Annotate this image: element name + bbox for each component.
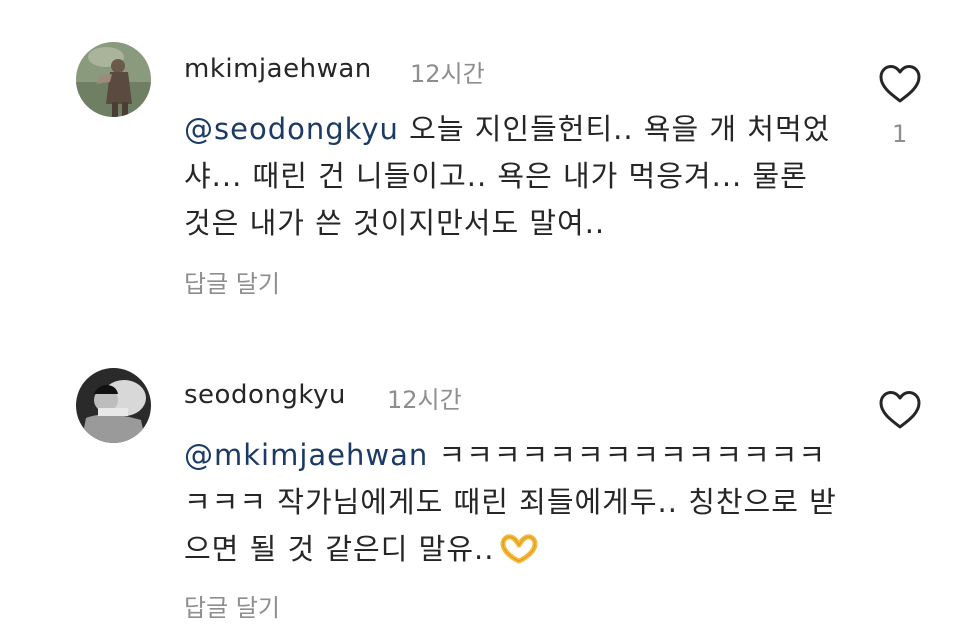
comment-username[interactable]: mkimjaehwan [184,54,372,84]
comments-list: mkimjaehwan 12시간 @seodongkyu 오늘 지인들헌티.. … [0,0,978,634]
comment-username[interactable]: seodongkyu [184,380,346,410]
profile-photo-icon [76,368,151,443]
like-button[interactable] [878,390,922,430]
comment-time: 12시간 [410,60,485,88]
comment-time: 12시간 [387,386,462,414]
avatar[interactable] [76,42,151,117]
heart-icon [879,65,921,103]
heart-icon [879,391,921,429]
like-count: 1 [892,120,908,148]
comment-body: @seodongkyu 오늘 지인들헌티.. 욕을 개 처먹었샤... 때린 건… [184,106,844,247]
comment-body: @mkimjaehwan ㅋㅋㅋㅋㅋㅋㅋㅋㅋㅋㅋㅋㅋㅋㅋㅋㅋ 작가님에게도 때린… [184,432,844,578]
like-button[interactable] [878,64,922,104]
mention-link[interactable]: @mkimjaehwan [184,438,428,472]
avatar[interactable] [76,368,151,443]
mention-link[interactable]: @seodongkyu [184,112,399,146]
reply-button[interactable]: 답글 달기 [184,588,280,623]
heart-hands-icon [500,531,538,578]
reply-button[interactable]: 답글 달기 [184,264,280,299]
profile-photo-icon [76,42,151,117]
